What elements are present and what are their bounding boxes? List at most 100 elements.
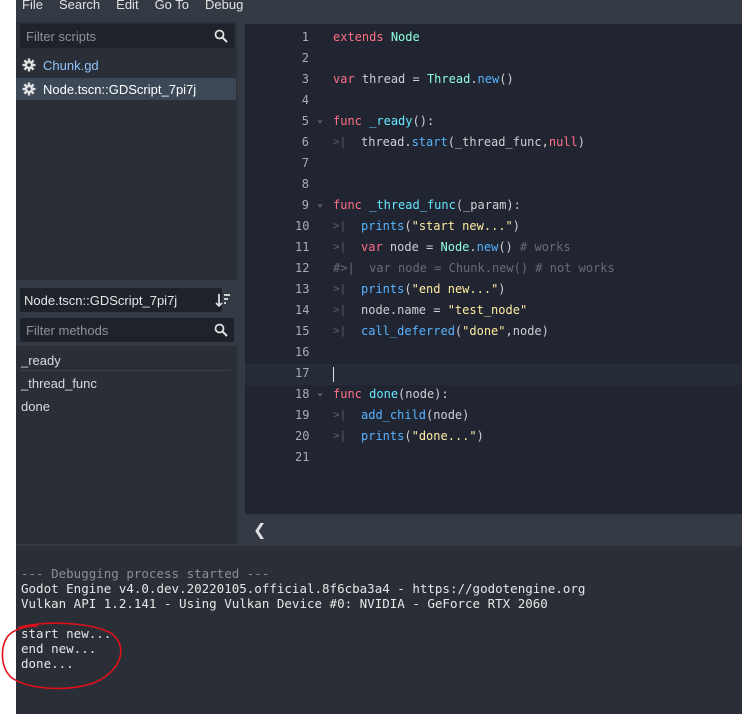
filter-scripts-input[interactable]: Filter scripts — [20, 24, 234, 48]
code-line: 12 #>| var node = Chunk.new() # not work… — [245, 259, 742, 280]
code-line: 14 >| node.name = "test_node" — [245, 301, 742, 322]
scripts-panel: Filter scripts Chunk.gd Node.tscn::GDScr… — [16, 22, 237, 280]
code-text: extends Node — [333, 30, 420, 44]
menu-debug[interactable]: Debug — [197, 0, 251, 11]
code-line: 19 >| add_child(node) — [245, 406, 742, 427]
line-number: 1 — [301, 30, 309, 44]
code-text: call_deferred("done",node) — [361, 324, 549, 338]
code-text: func done(node): — [333, 387, 449, 401]
line-number: 2 — [301, 51, 309, 65]
tab-indent-icon: >| — [333, 429, 347, 442]
chevron-left-icon[interactable]: ❮ — [253, 520, 266, 540]
line-number: 13 — [295, 282, 310, 296]
method-item-thread-func[interactable]: _thread_func — [21, 376, 97, 391]
code-line: 7 — [245, 154, 742, 175]
script-item-node[interactable]: Node.tscn::GDScript_7pi7j — [16, 78, 236, 100]
line-number: 6 — [301, 135, 309, 149]
tab-indent-icon: >| — [333, 408, 347, 421]
line-number: 10 — [295, 219, 310, 233]
script-editor: File Search Edit Go To Debug Filter scri… — [16, 0, 742, 714]
code-line: 18 ⌄ func done(node): — [245, 385, 742, 406]
panel-splitter[interactable] — [16, 546, 742, 558]
code-line: 9 ⌄ func _thread_func(_param): — [245, 196, 742, 217]
line-number: 8 — [301, 177, 309, 191]
line-number: 21 — [295, 450, 310, 464]
line-number: 14 — [295, 303, 310, 317]
menu-bar: File Search Edit Go To Debug — [16, 0, 742, 22]
code-line: 11 >| var node = Node.new() # works — [245, 238, 742, 259]
code-line: 8 — [245, 175, 742, 196]
method-item-ready[interactable]: _ready — [21, 353, 61, 368]
output-line: end new... — [21, 641, 97, 656]
line-number: 7 — [301, 156, 309, 170]
divider — [20, 370, 230, 371]
code-editor[interactable]: 1 extends Node 2 3 var thread = Thread.n… — [245, 24, 742, 514]
code-line: 21 — [245, 448, 742, 469]
code-line: 16 — [245, 343, 742, 364]
code-line: 3 var thread = Thread.new() — [245, 70, 742, 91]
tab-indent-icon: >| — [333, 135, 347, 148]
script-item-label: Chunk.gd — [43, 57, 99, 73]
code-line: 20 >| prints("done...") — [245, 427, 742, 448]
code-line: 2 — [245, 49, 742, 70]
code-line: 15 >| call_deferred("done",node) — [245, 322, 742, 343]
text-caret — [333, 367, 334, 382]
line-number: 19 — [295, 408, 310, 422]
fold-arrow-icon[interactable]: ⌄ — [317, 387, 323, 398]
output-line: Godot Engine v4.0.dev.20220105.official.… — [21, 581, 586, 596]
code-status-bar: ❮ — [245, 514, 742, 546]
filter-methods-input[interactable]: Filter methods — [20, 318, 234, 342]
method-item-done[interactable]: done — [21, 399, 50, 414]
current-script-name: Node.tscn::GDScript_7pi7j — [20, 288, 222, 312]
line-number: 11 — [295, 240, 310, 254]
output-line: done... — [21, 656, 74, 671]
tab-indent-icon: >| — [333, 240, 347, 253]
search-icon — [214, 323, 228, 337]
line-number: 16 — [295, 345, 310, 359]
script-item-chunk[interactable]: Chunk.gd — [16, 54, 236, 76]
code-text: prints("start new...") — [361, 219, 520, 233]
menu-edit[interactable]: Edit — [108, 0, 146, 11]
script-item-label: Node.tscn::GDScript_7pi7j — [43, 81, 197, 97]
fold-arrow-icon[interactable]: ⌄ — [317, 114, 323, 125]
line-number: 3 — [301, 72, 309, 86]
line-number: 15 — [295, 324, 310, 338]
fold-arrow-icon[interactable]: ⌄ — [317, 198, 323, 209]
line-number: 17 — [295, 366, 310, 380]
code-text: func _thread_func(_param): — [333, 198, 521, 212]
menu-search[interactable]: Search — [51, 0, 108, 11]
line-number: 4 — [301, 93, 309, 107]
code-text: thread.start(_thread_func,null) — [361, 135, 585, 149]
filter-scripts-placeholder: Filter scripts — [26, 28, 97, 44]
line-number: 20 — [295, 429, 310, 443]
methods-panel: _ready _thread_func done — [16, 346, 237, 544]
current-line: 17 — [245, 364, 742, 385]
code-text: var node = Node.new() # works — [361, 240, 571, 254]
code-text: func _ready(): — [333, 114, 435, 128]
gear-icon — [22, 58, 36, 72]
line-number: 12 — [295, 261, 310, 275]
line-number: 9 — [301, 198, 309, 212]
menu-go-to[interactable]: Go To — [147, 0, 197, 11]
output-line: --- Debugging process started --- — [21, 566, 270, 581]
tab-indent-icon: >| — [333, 282, 347, 295]
code-line: 1 extends Node — [245, 28, 742, 49]
sort-icon — [215, 294, 230, 308]
output-console: --- Debugging process started --- Godot … — [16, 558, 742, 714]
line-number: 5 — [301, 114, 309, 128]
code-text: prints("done...") — [361, 429, 484, 443]
code-line: 13 >| prints("end new...") — [245, 280, 742, 301]
output-line: Vulkan API 1.2.141 - Using Vulkan Device… — [21, 596, 548, 611]
tab-indent-icon: >| — [333, 303, 347, 316]
code-text: add_child(node) — [361, 408, 470, 422]
output-line: start new... — [21, 626, 112, 641]
methods-filter-row: Filter methods — [16, 316, 237, 344]
code-line: 6 >| thread.start(_thread_func,null) — [245, 133, 742, 154]
menu-file[interactable]: File — [16, 0, 51, 11]
line-number: 18 — [295, 387, 310, 401]
code-line: 5 ⌄ func _ready(): — [245, 112, 742, 133]
sort-button[interactable] — [212, 289, 234, 311]
gear-icon — [22, 82, 36, 96]
filter-methods-placeholder: Filter methods — [26, 322, 109, 338]
code-text: node.name = "test_node" — [361, 303, 528, 317]
